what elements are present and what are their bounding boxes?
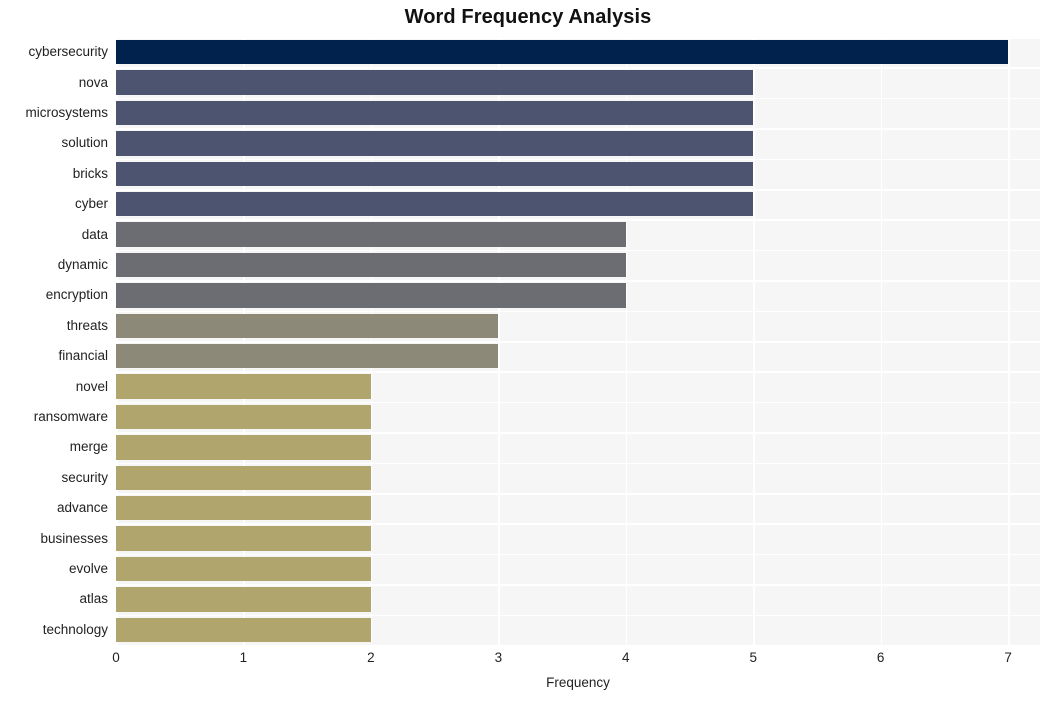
y-axis-tick-label: financial (58, 348, 108, 364)
bar (116, 252, 626, 278)
x-axis-tick-label: 0 (112, 650, 120, 665)
y-axis-tick-label: encryption (45, 287, 108, 303)
y-axis-tick-label: businesses (40, 530, 108, 546)
x-axis-tick-label: 7 (1004, 650, 1012, 665)
bar (116, 587, 371, 612)
bar-row (116, 587, 1040, 612)
bar-row (116, 435, 1040, 460)
y-axis-tick-labels: cybersecurity nova microsystems solution bri… (0, 37, 108, 645)
bar-row (116, 526, 1040, 551)
x-axis-tick-label: 3 (494, 650, 503, 665)
bar (116, 435, 371, 460)
page-title: Word Frequency Analysis (404, 6, 652, 28)
bar (116, 161, 754, 186)
bar (116, 344, 499, 369)
bar-row (116, 496, 1040, 521)
y-axis-tick-label: novel (75, 378, 108, 394)
bar-row (116, 404, 1040, 430)
bar (116, 496, 371, 521)
y-axis-tick-label: solution (61, 135, 108, 151)
bar (116, 556, 371, 582)
bar-row (116, 556, 1040, 582)
bar-row (116, 344, 1040, 369)
bar-row (116, 283, 1040, 308)
x-axis-tick-labels: 0 1 2 3 4 5 6 7 (0, 650, 1056, 672)
y-axis-tick-label: cybersecurity (28, 44, 108, 60)
bar (116, 192, 754, 217)
bar-row (116, 40, 1040, 65)
y-axis-tick-label: bricks (72, 165, 108, 181)
bar-row (116, 70, 1040, 95)
horizontal-gridline (116, 645, 1040, 647)
bar-row (116, 131, 1040, 156)
bar (116, 222, 626, 247)
x-axis-tick-label: 2 (367, 650, 375, 665)
bar (116, 131, 754, 156)
bar (116, 313, 499, 338)
bar (116, 283, 626, 308)
bar-series (116, 37, 1040, 645)
bar (116, 374, 371, 399)
bar-row (116, 192, 1040, 217)
bar (116, 526, 371, 551)
x-axis-tick-label: 1 (239, 650, 248, 665)
y-axis-tick-label: advance (56, 500, 108, 516)
bar (116, 617, 371, 642)
y-axis-tick-label: threats (66, 317, 108, 333)
y-axis-tick-label: dynamic (57, 257, 108, 272)
y-axis-tick-label: merge (69, 439, 108, 455)
bar-row (116, 161, 1040, 186)
x-axis-tick-label: 5 (749, 650, 757, 665)
bar (116, 465, 371, 490)
y-axis-tick-label: microsystems (25, 105, 108, 120)
y-axis-tick-label: nova (78, 74, 108, 90)
bar-row (116, 313, 1040, 338)
bar-row (116, 100, 1040, 126)
bar-row (116, 617, 1040, 642)
bar-row (116, 374, 1040, 399)
y-axis-tick-label: evolve (68, 561, 108, 576)
word-frequency-chart: Word Frequency Analysis cybersecurity nov… (0, 0, 1056, 701)
y-axis-tick-label: cyber (74, 196, 108, 212)
x-axis-tick-label: 6 (876, 650, 885, 665)
bar (116, 404, 371, 430)
bar (116, 40, 1009, 65)
y-axis-tick-label: security (61, 469, 108, 485)
y-axis-tick-label: technology (42, 621, 108, 637)
y-axis-tick-label: ransomware (33, 409, 108, 424)
bar (116, 70, 754, 95)
bar-row (116, 465, 1040, 490)
bar-row (116, 222, 1040, 247)
bar-row (116, 252, 1040, 278)
x-axis-title: Frequency (546, 675, 610, 690)
y-axis-tick-label: atlas (79, 591, 108, 607)
y-axis-tick-label: data (81, 226, 108, 242)
x-axis-tick-label: 4 (622, 650, 630, 665)
bar (116, 100, 754, 126)
plot-area (116, 37, 1040, 647)
